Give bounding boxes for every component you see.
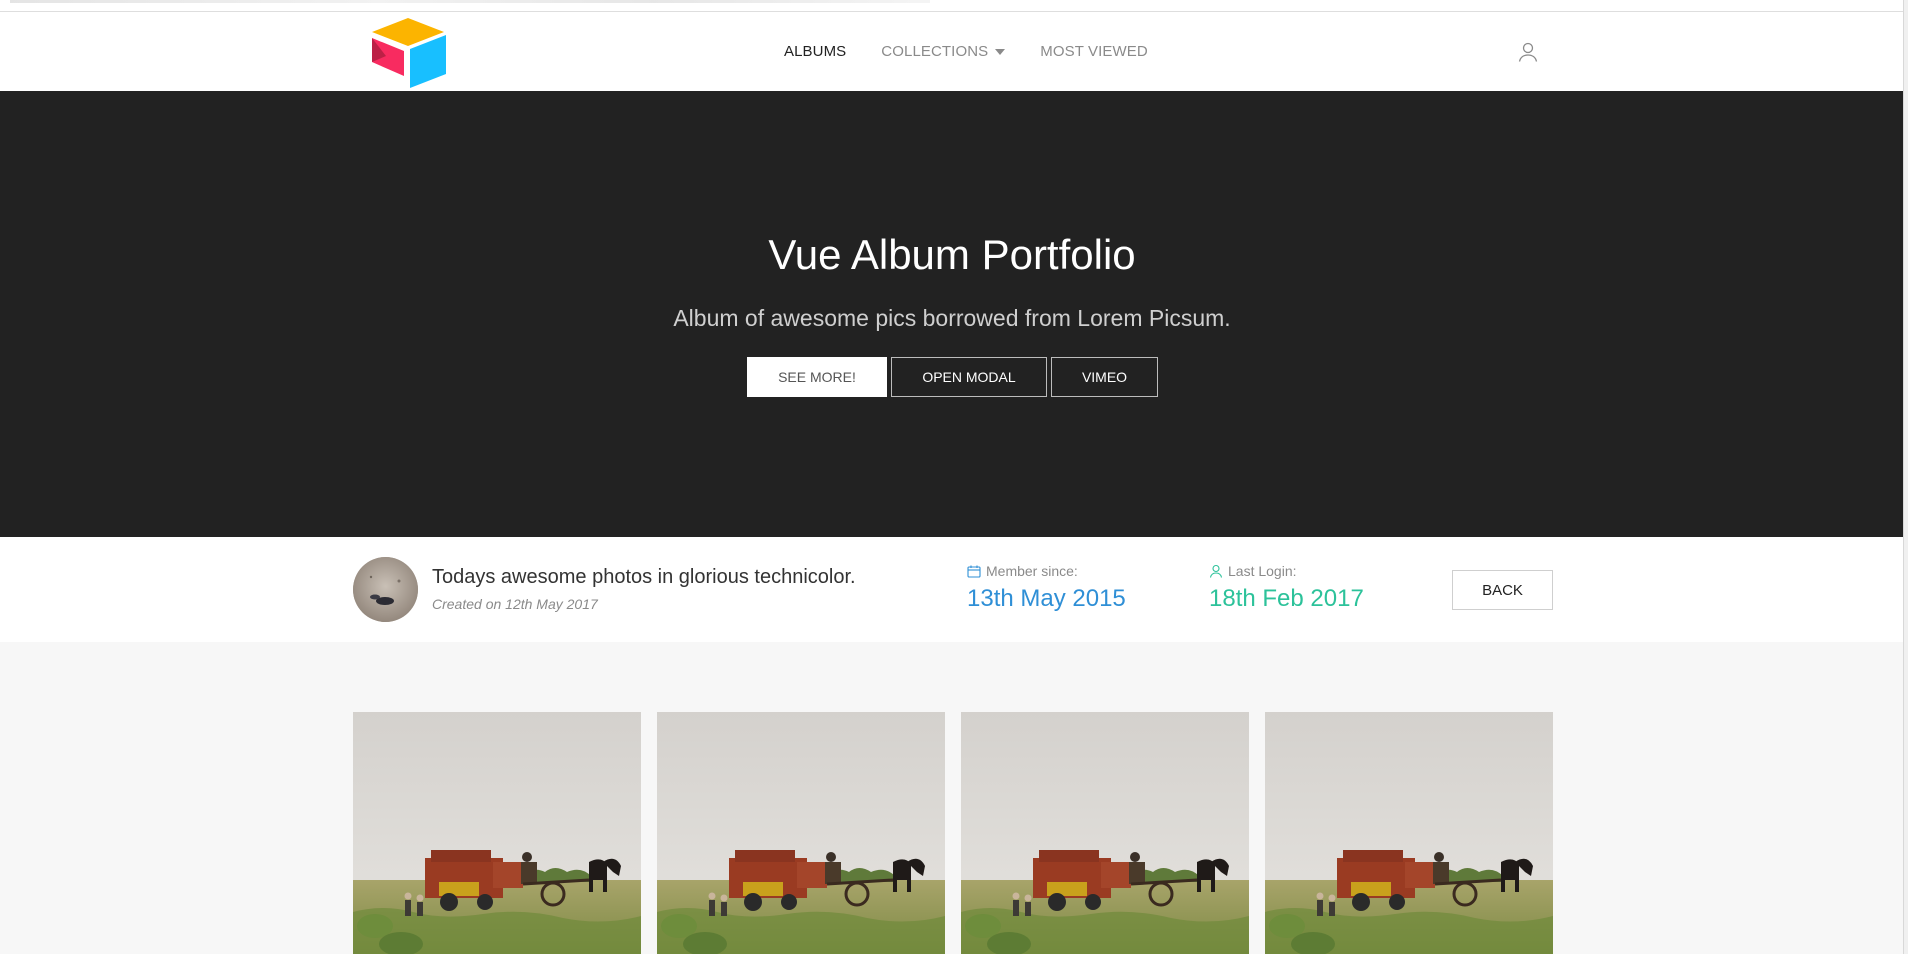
- calendar-icon: [967, 565, 981, 578]
- member-since-label: Member since:: [986, 563, 1078, 579]
- main-nav: ALBUMS COLLECTIONS MOST VIEWED: [784, 43, 1183, 60]
- see-more-button[interactable]: SEE MORE!: [747, 357, 887, 397]
- album-created-date: Created on 12th May 2017: [432, 596, 598, 612]
- caret-down-icon: [995, 49, 1006, 55]
- hero-buttons: SEE MORE! OPEN MODAL VIMEO: [747, 357, 1162, 397]
- user-outline-icon: [1209, 564, 1223, 578]
- photo-card-2[interactable]: [657, 712, 945, 954]
- open-modal-button[interactable]: OPEN MODAL: [891, 357, 1047, 397]
- last-login: Last Login: 18th Feb 2017: [1209, 563, 1364, 613]
- harvest-photo-icon: [961, 712, 1249, 954]
- nav-collections-label: COLLECTIONS: [881, 43, 989, 60]
- nav-albums[interactable]: ALBUMS: [784, 43, 846, 60]
- logo-icon[interactable]: [366, 16, 450, 88]
- last-login-value: 18th Feb 2017: [1209, 585, 1364, 612]
- harvest-photo-icon: [353, 712, 641, 954]
- photo-card-3[interactable]: [961, 712, 1249, 954]
- hero-subtitle: Album of awesome pics borrowed from Lore…: [673, 305, 1231, 331]
- hero: Vue Album Portfolio Album of awesome pic…: [0, 91, 1904, 537]
- scrollbar[interactable]: [1903, 0, 1908, 954]
- last-login-label: Last Login:: [1228, 563, 1297, 579]
- member-since: Member since: 13th May 2015: [967, 563, 1126, 613]
- photo-card-1[interactable]: [353, 712, 641, 954]
- user-icon[interactable]: [1516, 40, 1540, 64]
- album-title: Todays awesome photos in glorious techni…: [432, 566, 856, 588]
- harvest-photo-icon: [657, 712, 945, 954]
- nav-collections[interactable]: COLLECTIONS: [881, 43, 1006, 60]
- photo-card-4[interactable]: [1265, 712, 1553, 954]
- harvest-photo-icon: [1265, 712, 1553, 954]
- photo-gallery: [353, 712, 1553, 954]
- page: ALBUMS COLLECTIONS MOST VIEWED Vue Album…: [0, 0, 1904, 954]
- hero-title: Vue Album Portfolio: [768, 231, 1136, 278]
- back-button[interactable]: BACK: [1452, 570, 1553, 610]
- member-since-value: 13th May 2015: [967, 585, 1126, 612]
- nav-most-viewed[interactable]: MOST VIEWED: [1040, 43, 1148, 60]
- top-strip: [0, 0, 1904, 12]
- navbar: ALBUMS COLLECTIONS MOST VIEWED: [0, 12, 1904, 92]
- avatar: [353, 557, 418, 622]
- album-info-bar: Todays awesome photos in glorious techni…: [0, 537, 1904, 642]
- vimeo-button[interactable]: VIMEO: [1051, 357, 1158, 397]
